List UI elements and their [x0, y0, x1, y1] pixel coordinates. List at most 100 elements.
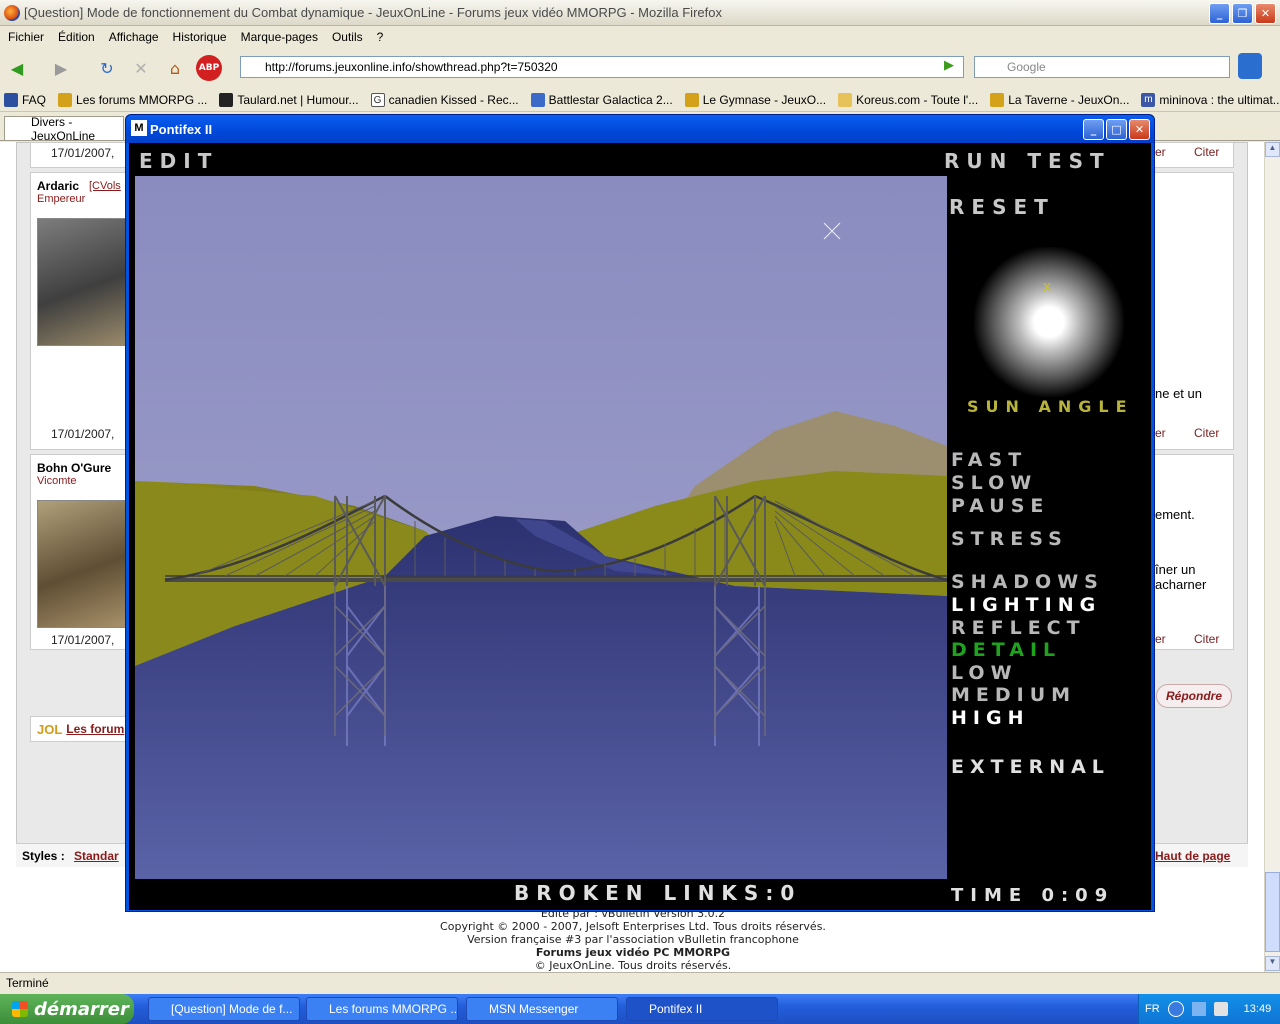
maximize-button[interactable]: ❐: [1232, 3, 1253, 24]
bookmark-item[interactable]: Taulard.net | Humour...: [219, 92, 359, 107]
sim-timer: TIME 0:09: [951, 885, 1115, 906]
url-input[interactable]: http://forums.jeuxonline.info/showthread…: [240, 56, 964, 78]
bookmark-item[interactable]: Gcanadien Kissed - Rec...: [370, 92, 519, 107]
cite-link[interactable]: Citer: [1194, 145, 1219, 159]
edit-button[interactable]: EDIT: [139, 149, 218, 173]
bookmark-item[interactable]: Les forums MMORPG ...: [58, 92, 207, 107]
cite-prefix: er: [1155, 426, 1166, 440]
page-scrollbar[interactable]: ▲ ▼: [1264, 142, 1280, 972]
forward-icon[interactable]: ▶: [48, 55, 74, 81]
menu-affichage[interactable]: Affichage: [109, 30, 159, 44]
menu-edition[interactable]: Édition: [58, 30, 95, 44]
go-icon[interactable]: ▶: [944, 58, 964, 76]
footer-line: Version française #3 par l'association v…: [467, 933, 799, 946]
bookmark-icon: [838, 92, 853, 107]
pontifex-titlebar[interactable]: M Pontifex II _ □ ✕: [126, 115, 1154, 143]
tray-arrow-icon[interactable]: [1167, 1001, 1184, 1017]
system-tray: FR 13:49: [1138, 994, 1280, 1024]
detail-low-option[interactable]: LOW: [951, 662, 1018, 684]
speed-fast-option[interactable]: FAST: [951, 449, 1027, 471]
pause-option[interactable]: PAUSE: [951, 495, 1049, 517]
bookmark-item[interactable]: Battlestar Galactica 2...: [530, 92, 673, 107]
pontifex-minimize-button[interactable]: _: [1083, 119, 1104, 140]
styles-label: Styles :: [22, 849, 65, 863]
bookmark-icon: G: [370, 92, 385, 107]
search-input[interactable]: Google: [974, 56, 1230, 78]
cite-link[interactable]: Citer: [1194, 426, 1219, 440]
start-button[interactable]: démarrer: [0, 994, 134, 1024]
bookmark-item[interactable]: FAQ: [4, 92, 46, 107]
pontifex-close-button[interactable]: ✕: [1129, 119, 1150, 140]
scroll-down-icon[interactable]: ▼: [1265, 956, 1280, 971]
bookmark-icon: [4, 92, 18, 107]
taskbar-item-pontifex[interactable]: Pontifex II: [626, 997, 778, 1021]
forum-link-box: JOL Les forum: [30, 716, 130, 742]
external-view-toggle[interactable]: EXTERNAL: [951, 756, 1110, 778]
taskbar-item-msn[interactable]: MSN Messenger: [466, 997, 618, 1021]
post-user-tag[interactable]: [CVols: [89, 180, 121, 192]
post-date: 17/01/2007,: [51, 633, 115, 647]
styles-select[interactable]: Standar: [74, 849, 119, 863]
footer-line: © JeuxOnLine. Tous droits réservés.: [534, 959, 732, 972]
stress-toggle[interactable]: STRESS: [951, 528, 1068, 550]
stop-icon[interactable]: ✕: [128, 55, 154, 81]
pontifex-maximize-button[interactable]: □: [1106, 119, 1127, 140]
detail-high-option[interactable]: HIGH: [951, 707, 1029, 729]
forum-link[interactable]: Les forum: [66, 722, 124, 736]
sun-angle-label: SUN ANGLE: [967, 397, 1134, 416]
adblock-icon[interactable]: ABP: [196, 55, 222, 81]
top-of-page-link[interactable]: Haut de page: [1155, 849, 1230, 863]
taskbar-item-firefox-forums[interactable]: Les forums MMORPG ...: [306, 997, 458, 1021]
post-date: 17/01/2007,: [51, 146, 115, 160]
home-icon[interactable]: ⌂: [162, 55, 188, 81]
bookmark-icon: [219, 92, 234, 107]
close-button[interactable]: ✕: [1255, 3, 1276, 24]
language-indicator[interactable]: FR: [1145, 1003, 1160, 1015]
reset-button[interactable]: RESET: [949, 195, 1055, 219]
post-text-fragment: acharner: [1155, 577, 1207, 592]
menu-outils[interactable]: Outils: [332, 30, 363, 44]
bookmark-icon: [684, 92, 699, 107]
avatar: [37, 500, 127, 628]
footer-line[interactable]: Forums jeux vidéo PC MMORPG: [0, 946, 1266, 959]
menu-fichier[interactable]: Fichier: [8, 30, 44, 44]
speed-slow-option[interactable]: SLOW: [951, 472, 1037, 494]
cite-link[interactable]: Citer: [1194, 632, 1219, 646]
detail-label: DETAIL: [951, 639, 1062, 661]
menu-help[interactable]: ?: [377, 30, 384, 44]
bookmark-item[interactable]: m mininova : the ultimat...: [1141, 92, 1280, 107]
bookmark-item[interactable]: Le Gymnase - JeuxO...: [684, 92, 826, 107]
tab-divers[interactable]: Divers - JeuxOnLine: [4, 115, 124, 143]
reload-icon[interactable]: ↻: [94, 55, 120, 81]
post-username[interactable]: Ardaric: [37, 179, 79, 193]
bookmark-item[interactable]: La Taverne - JeuxOn...: [990, 92, 1129, 107]
reply-button[interactable]: Répondre: [1156, 684, 1232, 708]
detail-medium-option[interactable]: MEDIUM: [951, 684, 1076, 706]
run-test-button[interactable]: RUN TEST: [944, 149, 1111, 173]
shadows-toggle[interactable]: SHADOWS: [951, 571, 1104, 593]
jol-logo-icon: JOL: [37, 721, 63, 737]
pontifex-app-icon: M: [131, 120, 147, 136]
post-user-rank: Empereur: [37, 193, 86, 205]
scroll-up-icon[interactable]: ▲: [1265, 142, 1280, 157]
network-icon[interactable]: [1191, 1002, 1206, 1016]
scroll-thumb[interactable]: [1265, 872, 1280, 952]
reflect-toggle[interactable]: REFLECT: [951, 617, 1086, 639]
menu-marque-pages[interactable]: Marque-pages: [241, 30, 318, 44]
post-date: 17/01/2007,: [51, 427, 115, 441]
bookmarks-toolbar: FAQ Les forums MMORPG ... Taulard.net | …: [0, 88, 1280, 112]
post-text-fragment: ne et un: [1155, 386, 1202, 401]
firefox-menubar: Fichier Édition Affichage Historique Mar…: [0, 27, 1280, 47]
menu-historique[interactable]: Historique: [173, 30, 227, 44]
bookmark-item[interactable]: Koreus.com - Toute l'...: [838, 92, 978, 107]
taskbar-item-firefox-question[interactable]: [Question] Mode de f...: [148, 997, 300, 1021]
back-icon[interactable]: ◀: [4, 55, 30, 81]
cite-prefix: er: [1155, 632, 1166, 646]
minimize-button[interactable]: _: [1209, 3, 1230, 24]
volume-icon[interactable]: [1213, 1002, 1228, 1016]
sun-angle-control[interactable]: [974, 247, 1124, 397]
skype-icon[interactable]: [1238, 53, 1262, 79]
lighting-toggle[interactable]: LIGHTING: [951, 594, 1101, 616]
post-username[interactable]: Bohn O'Gure: [37, 461, 111, 475]
bridge-3d-viewport[interactable]: [135, 176, 947, 879]
